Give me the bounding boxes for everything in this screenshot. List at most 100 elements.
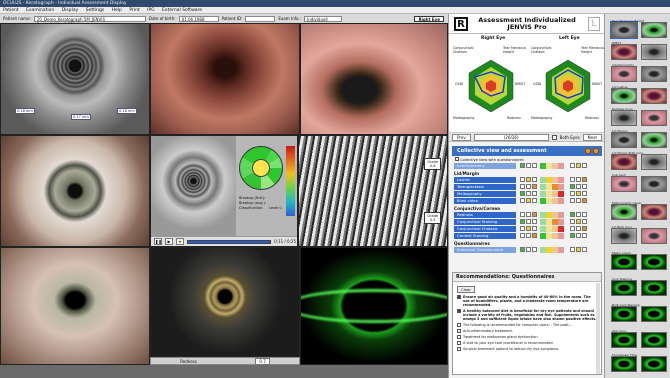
thumbnail[interactable] — [641, 22, 667, 38]
menu-print[interactable]: Print — [129, 8, 139, 13]
thumbnail[interactable]: Sub Lash — [611, 173, 637, 192]
severity-cell[interactable] — [558, 247, 564, 253]
lid-margin-image[interactable] — [150, 23, 300, 135]
dob-field[interactable]: 01.06.1988 — [178, 15, 219, 22]
grade-checkbox[interactable] — [532, 198, 537, 203]
thumbnail[interactable]: Conj Staining — [611, 277, 637, 296]
pause-button[interactable]: ❚❚ — [154, 238, 162, 245]
grade-checkbox[interactable] — [520, 226, 525, 231]
severity-cell[interactable] — [540, 212, 546, 218]
menu-examination[interactable]: Examination — [26, 8, 54, 13]
thumbnail[interactable]: Lid Bulb Conj. — [611, 225, 637, 244]
grade-checkbox[interactable] — [582, 177, 587, 182]
thumbnail[interactable]: Meibography Upper — [611, 201, 642, 220]
interferometry-image[interactable] — [150, 247, 300, 357]
thumbnail[interactable]: Redness Scan — [611, 107, 637, 126]
severity-cell[interactable] — [558, 212, 564, 218]
assessment-row[interactable]: Blink video — [452, 198, 602, 205]
recommendations-scrollbar[interactable] — [596, 283, 600, 374]
menu-ipg[interactable]: IPG — [147, 8, 155, 13]
menu-settings[interactable]: Settings — [86, 8, 104, 13]
severity-cell[interactable] — [546, 219, 552, 225]
menu-external-software[interactable]: External Software — [162, 8, 202, 13]
grade-checkbox[interactable] — [570, 212, 575, 217]
collective-checkbox[interactable] — [455, 157, 459, 161]
collective-checkbox-row[interactable]: Collective view with questionnaires — [455, 157, 524, 162]
assessment-row-label[interactable]: Redness — [454, 212, 516, 218]
grade-checkbox[interactable] — [582, 233, 587, 238]
thumbnail[interactable] — [641, 280, 667, 296]
recommendation-checkbox[interactable] — [457, 335, 461, 339]
grade-checkbox[interactable] — [576, 226, 581, 231]
thumbnail[interactable] — [641, 132, 667, 148]
assessment-row[interactable]: Redness — [452, 212, 602, 219]
grade-checkbox[interactable] — [576, 233, 581, 238]
grade-checkbox[interactable] — [582, 219, 587, 224]
grade-checkbox[interactable] — [576, 177, 581, 182]
thumbnail[interactable]: Lid Margin — [611, 129, 637, 148]
recommendation-item[interactable]: Ensure good air quality and a humidity o… — [457, 295, 597, 307]
grade-checkbox[interactable] — [532, 191, 537, 196]
assessment-row-label[interactable]: Individual Questionnaire — [454, 247, 516, 253]
conjunctival-chalasis-image[interactable] — [300, 23, 448, 135]
recommendation-checkbox[interactable] — [457, 323, 461, 327]
severity-cell[interactable] — [558, 163, 564, 169]
redness-scan-image[interactable] — [0, 135, 150, 247]
thumbnail[interactable] — [641, 66, 667, 82]
severity-cell[interactable] — [558, 226, 564, 232]
both-eyes-checkbox[interactable] — [551, 134, 557, 140]
grade-checkbox[interactable] — [576, 219, 581, 224]
tear-meniscus-image[interactable]: 0.18 mm 0.17 mm 0.18 mm — [0, 23, 150, 135]
grade-checkbox[interactable] — [532, 177, 537, 182]
recommendation-item[interactable]: Treatment for meibomian gland dysfunctio… — [457, 335, 597, 339]
grade-checkbox[interactable] — [532, 247, 537, 252]
grade-checkbox[interactable] — [520, 219, 525, 224]
grade-checkbox[interactable] — [582, 212, 587, 217]
assessment-row[interactable]: Conjunctival Chalasis — [452, 226, 602, 233]
assessment-row[interactable]: Conjunctival Staining — [452, 219, 602, 226]
grade-checkbox[interactable] — [576, 198, 581, 203]
severity-cell[interactable] — [558, 191, 564, 197]
grade-checkbox[interactable] — [520, 177, 525, 182]
recommendation-item[interactable]: A visit to your eye care practitioner is… — [457, 341, 597, 345]
thumbnail[interactable] — [641, 228, 667, 244]
grade-checkbox[interactable] — [570, 233, 575, 238]
grade-checkbox[interactable] — [532, 184, 537, 189]
recommendation-checkbox[interactable] — [457, 329, 461, 333]
assessment-row-label[interactable]: Telangiectasia — [454, 184, 516, 190]
grade-checkbox[interactable] — [532, 226, 537, 231]
thumbnail[interactable] — [641, 88, 667, 104]
grade-checkbox[interactable] — [526, 177, 531, 182]
grade-checkbox[interactable] — [532, 163, 537, 168]
grade-checkbox[interactable] — [526, 219, 531, 224]
grade-checkbox[interactable] — [526, 191, 531, 196]
thumbnail[interactable]: Tear Conj. — [611, 329, 637, 348]
recommendation-checkbox[interactable] — [457, 347, 461, 351]
grade-checkbox[interactable] — [582, 198, 587, 203]
exam-info-field[interactable]: Individuell — [304, 15, 343, 22]
severity-cell[interactable] — [558, 177, 564, 183]
menu-patient[interactable]: Patient — [3, 8, 19, 13]
grade-checkbox[interactable] — [526, 247, 531, 252]
assessment-row[interactable]: Meibography — [452, 191, 602, 198]
thumbnail[interactable] — [641, 44, 667, 60]
severity-cell[interactable] — [552, 191, 558, 197]
thumbnail[interactable]: Lid Margin Bulb Conj. — [611, 151, 644, 170]
menu-display[interactable]: Display — [62, 8, 79, 13]
next-button[interactable]: Next — [582, 133, 602, 141]
patient-id-field[interactable] — [245, 15, 276, 22]
video-progress-bar[interactable] — [187, 239, 272, 244]
grade-checkbox[interactable] — [526, 163, 531, 168]
assessment-row-label[interactable]: Interferometry — [454, 163, 516, 169]
meibography-image[interactable]: Grade 0.6 Grade 0.5 — [298, 135, 448, 247]
conjunctival-staining-image[interactable] — [0, 247, 150, 365]
thumbnail[interactable]: Fluorescein Flow — [611, 353, 637, 372]
severity-cell[interactable] — [540, 247, 546, 253]
expand-icon[interactable] — [585, 148, 591, 154]
grade-checkbox[interactable] — [526, 198, 531, 203]
severity-cell[interactable] — [558, 219, 564, 225]
grade-checkbox[interactable] — [520, 247, 525, 252]
thumbnail[interactable]: Tear Meniscus Height — [610, 19, 644, 39]
grade-checkbox[interactable] — [582, 226, 587, 231]
severity-cell[interactable] — [558, 184, 564, 190]
